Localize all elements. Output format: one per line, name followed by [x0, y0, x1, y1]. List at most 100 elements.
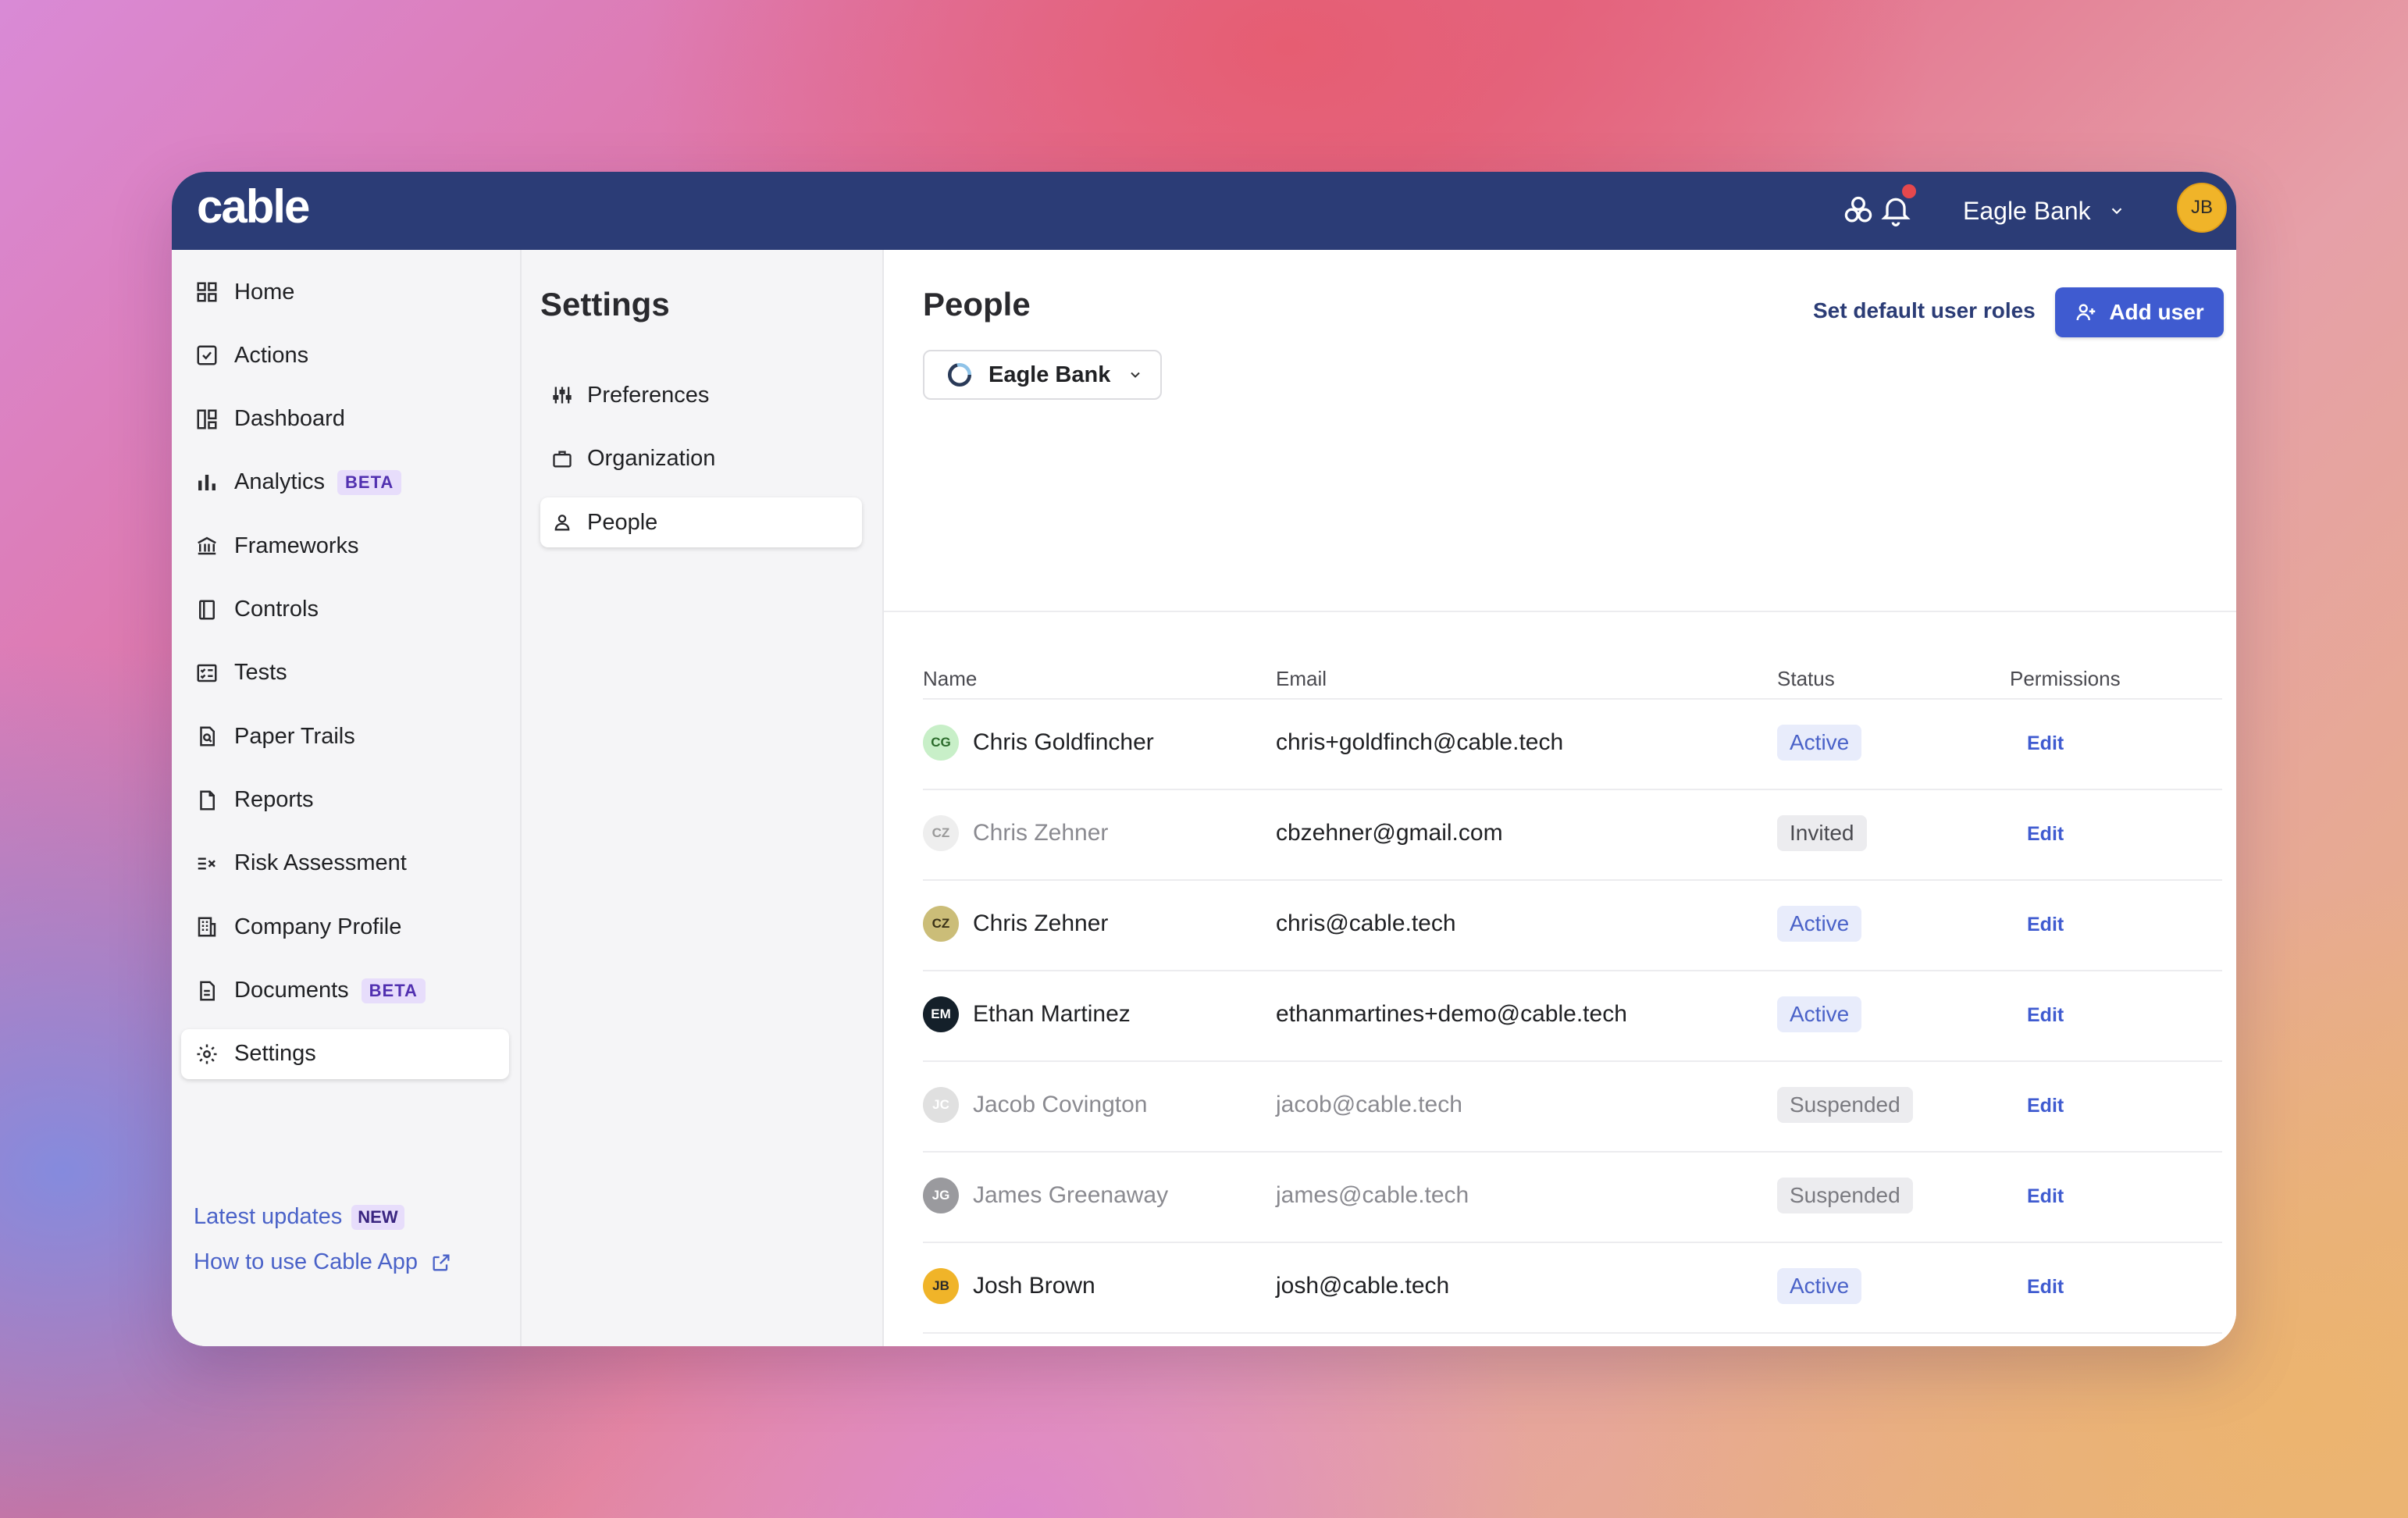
column-header-permissions: Permissions — [2010, 667, 2121, 690]
avatar: EM — [923, 996, 959, 1032]
user-name: Jacob Covington — [973, 1092, 1148, 1117]
settings-item-label: People — [587, 509, 658, 535]
top-bar: cable Eagle Bank JB — [172, 172, 2236, 250]
sidebar-item-risk-assessment[interactable]: Risk Assessment — [181, 839, 509, 889]
sidebar-item-documents[interactable]: Documents BETA — [181, 966, 509, 1016]
user-name: Josh Brown — [973, 1273, 1095, 1299]
settings-item-label: Organization — [587, 446, 716, 471]
user-email: chris@cable.tech — [1276, 910, 1456, 936]
briefcase-icon — [553, 451, 572, 467]
home-grid-icon — [197, 282, 217, 302]
table-row[interactable]: JG James Greenaway james@cable.tech Suspend… — [923, 1153, 2222, 1243]
page-title: People — [923, 286, 1031, 322]
sidebar-item-actions[interactable]: Actions — [181, 330, 509, 380]
beta-badge: BETA — [361, 978, 426, 1003]
user-email: chris+goldfinch@cable.tech — [1276, 729, 1564, 755]
edit-permissions-button[interactable]: Edit — [2027, 732, 2064, 755]
building-icon — [198, 917, 216, 937]
edit-permissions-button[interactable]: Edit — [2027, 823, 2064, 846]
add-user-label: Add user — [2109, 300, 2204, 324]
avatar: JG — [923, 1178, 959, 1213]
table-row[interactable]: JB Josh Brown josh@cable.tech Active Edit — [923, 1243, 2222, 1334]
settings-item-preferences[interactable]: Preferences — [540, 370, 862, 420]
beta-badge: BETA — [337, 469, 402, 495]
file-icon — [200, 790, 215, 811]
settings-item-people[interactable]: People — [540, 497, 862, 547]
sidebar-item-settings[interactable]: Settings — [181, 1028, 509, 1079]
latest-updates-link[interactable]: Latest updates NEW — [194, 1204, 404, 1230]
dashboard-icon — [197, 409, 217, 429]
sidebar-item-label: Risk Assessment — [234, 850, 407, 876]
edit-permissions-button[interactable]: Edit — [2027, 1276, 2064, 1299]
user-email: cbzehner@gmail.com — [1276, 820, 1503, 846]
table-row[interactable]: JC Jacob Covington jacob@cable.tech Suspend… — [923, 1062, 2222, 1153]
edit-permissions-button[interactable]: Edit — [2027, 1095, 2064, 1117]
status-badge: Active — [1777, 1268, 1862, 1304]
integrations-icon[interactable] — [1841, 194, 1875, 228]
org-select-label: Eagle Bank — [988, 362, 1111, 387]
document-icon — [200, 981, 215, 1001]
book-icon — [199, 600, 215, 620]
section-divider — [884, 611, 2236, 612]
edit-permissions-button[interactable]: Edit — [2027, 914, 2064, 936]
risk-list-icon — [198, 857, 216, 870]
avatar: CZ — [923, 906, 959, 942]
settings-item-label: Preferences — [587, 382, 710, 408]
sidebar-item-home[interactable]: Home — [181, 267, 509, 317]
sidebar-item-label: Home — [234, 279, 295, 305]
org-switcher-label: Eagle Bank — [1963, 196, 2091, 225]
add-user-button[interactable]: Add user — [2055, 287, 2224, 337]
column-header-email: Email — [1276, 667, 1327, 690]
sidebar-item-label: Actions — [234, 342, 309, 368]
org-select[interactable]: Eagle Bank — [923, 350, 1162, 400]
sidebar-item-company-profile[interactable]: Company Profile — [181, 902, 509, 952]
file-search-icon — [200, 726, 215, 747]
app-window: cable Eagle Bank JB Home Actions Dashboard… — [172, 172, 2236, 1346]
sidebar-item-label: Settings — [234, 1041, 316, 1067]
sliders-icon — [553, 387, 572, 404]
sidebar-item-paper-trails[interactable]: Paper Trails — [181, 711, 509, 761]
external-link-icon — [433, 1254, 450, 1270]
sidebar-item-tests[interactable]: Tests — [181, 648, 509, 698]
table-row[interactable]: CZ Chris Zehner cbzehner@gmail.com Invited E… — [923, 790, 2222, 881]
sidebar-item-reports[interactable]: Reports — [181, 775, 509, 825]
user-email: james@cable.tech — [1276, 1182, 1469, 1208]
org-switcher[interactable]: Eagle Bank — [1963, 189, 2125, 233]
status-badge: Active — [1777, 996, 1862, 1032]
table-row[interactable]: CG Chris Goldfincher chris+goldfinch@cable… — [923, 700, 2222, 790]
table-row[interactable]: CZ Chris Zehner chris@cable.tech Active Edit — [923, 881, 2222, 971]
checkbox-icon — [197, 345, 217, 365]
user-name: Chris Zehner — [973, 820, 1109, 846]
avatar: JC — [923, 1087, 959, 1123]
edit-permissions-button[interactable]: Edit — [2027, 1185, 2064, 1208]
org-logo-icon — [947, 362, 972, 387]
status-badge: Suspended — [1777, 1178, 1913, 1213]
how-to-link[interactable]: How to use Cable App — [194, 1249, 452, 1275]
checklist-icon — [197, 664, 217, 682]
sidebar-item-analytics[interactable]: Analytics BETA — [181, 458, 509, 508]
sidebar-item-label: Dashboard — [234, 406, 345, 432]
sidebar: Home Actions Dashboard Analytics BETA Framewo… — [172, 250, 522, 1346]
sidebar-item-dashboard[interactable]: Dashboard — [181, 394, 509, 444]
sidebar-item-frameworks[interactable]: Frameworks — [181, 521, 509, 571]
set-default-roles-link[interactable]: Set default user roles — [1813, 298, 2036, 323]
cable-logo[interactable]: cable — [197, 180, 310, 233]
edit-permissions-button[interactable]: Edit — [2027, 1004, 2064, 1027]
bank-icon — [198, 536, 216, 555]
user-avatar[interactable]: JB — [2177, 183, 2227, 233]
settings-item-organization[interactable]: Organization — [540, 434, 862, 484]
sidebar-item-label: Analytics — [234, 469, 326, 495]
sidebar-item-controls[interactable]: Controls — [181, 585, 509, 635]
notification-dot — [1902, 184, 1916, 198]
new-badge: NEW — [351, 1204, 404, 1230]
chevron-down-icon — [1131, 372, 1141, 378]
sidebar-item-label: Company Profile — [234, 914, 402, 939]
table-row[interactable]: JGJosh Goldfincherjosh+goldfincher@cable… — [923, 1334, 2222, 1346]
status-badge: Active — [1777, 906, 1862, 942]
bell-icon[interactable] — [1879, 194, 1913, 228]
chevron-down-icon — [2111, 208, 2121, 215]
table-row[interactable]: EM Ethan Martinez ethanmartines+demo@cable… — [923, 971, 2222, 1062]
user-email: josh@cable.tech — [1276, 1273, 1450, 1299]
avatar: CG — [923, 725, 959, 761]
how-to-label: How to use Cable App — [194, 1249, 418, 1274]
